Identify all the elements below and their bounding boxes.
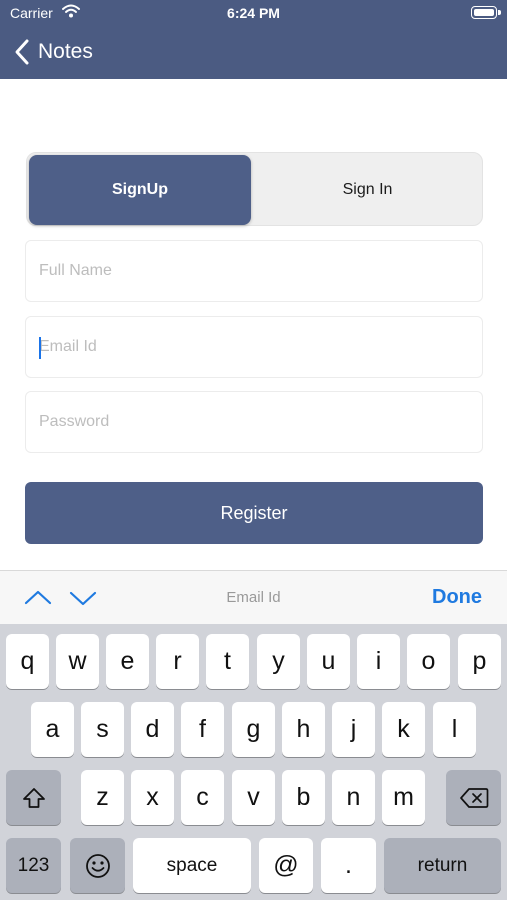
email-field-container [25, 316, 483, 378]
key-j[interactable]: j [332, 702, 375, 757]
key-p[interactable]: p [458, 634, 501, 689]
status-time: 6:24 PM [227, 5, 280, 21]
password-field-container [25, 391, 483, 453]
key-h[interactable]: h [282, 702, 325, 757]
key-s[interactable]: s [81, 702, 124, 757]
return-key[interactable]: return [384, 838, 501, 893]
emoji-face-icon [85, 853, 110, 878]
delete-key[interactable] [446, 770, 501, 825]
key-g[interactable]: g [232, 702, 275, 757]
password-field[interactable] [39, 392, 482, 452]
key-v[interactable]: v [232, 770, 275, 825]
back-button[interactable]: Notes [12, 36, 93, 68]
key-q[interactable]: q [6, 634, 49, 689]
key-x[interactable]: x [131, 770, 174, 825]
chevron-left-icon [15, 39, 29, 65]
key-m[interactable]: m [382, 770, 425, 825]
key-u[interactable]: u [307, 634, 350, 689]
email-field[interactable] [39, 317, 482, 377]
full-name-field-container [25, 240, 483, 302]
text-cursor [39, 337, 41, 359]
key-d[interactable]: d [131, 702, 174, 757]
key-w[interactable]: w [56, 634, 99, 689]
back-label: Notes [38, 40, 93, 63]
key-o[interactable]: o [407, 634, 450, 689]
shift-arrow-icon [22, 787, 45, 808]
key-z[interactable]: z [81, 770, 124, 825]
done-button[interactable]: Done [432, 586, 482, 609]
full-name-field[interactable] [39, 241, 482, 301]
backspace-icon [459, 787, 488, 808]
keyboard-accessory-bar: Email Id Done [0, 570, 507, 624]
space-key[interactable]: space [133, 838, 251, 893]
key-c[interactable]: c [181, 770, 224, 825]
key-y[interactable]: y [257, 634, 300, 689]
tab-signup[interactable]: SignUp [29, 155, 251, 225]
key-f[interactable]: f [181, 702, 224, 757]
key-k[interactable]: k [382, 702, 425, 757]
key-i[interactable]: i [357, 634, 400, 689]
status-bar: Carrier 6:24 PM [0, 0, 507, 28]
emoji-key[interactable] [70, 838, 125, 893]
active-field-label: Email Id [226, 589, 281, 606]
auth-mode-segmented-control: SignUp Sign In [26, 152, 483, 226]
battery-icon [471, 6, 501, 19]
key-t[interactable]: t [206, 634, 249, 689]
period-key[interactable]: . [321, 838, 376, 893]
shift-key[interactable] [6, 770, 61, 825]
numbers-key[interactable]: 123 [6, 838, 61, 893]
onscreen-keyboard: q w e r t y u i o p a s d f g h j k l z … [0, 624, 507, 900]
navigation-bar: Carrier 6:24 PM Notes [0, 0, 507, 79]
key-e[interactable]: e [106, 634, 149, 689]
tab-signin[interactable]: Sign In [253, 155, 482, 225]
at-key[interactable]: @ [259, 838, 313, 893]
key-l[interactable]: l [433, 702, 476, 757]
key-n[interactable]: n [332, 770, 375, 825]
key-b[interactable]: b [282, 770, 325, 825]
key-r[interactable]: r [156, 634, 199, 689]
register-button[interactable]: Register [25, 482, 483, 544]
key-a[interactable]: a [31, 702, 74, 757]
